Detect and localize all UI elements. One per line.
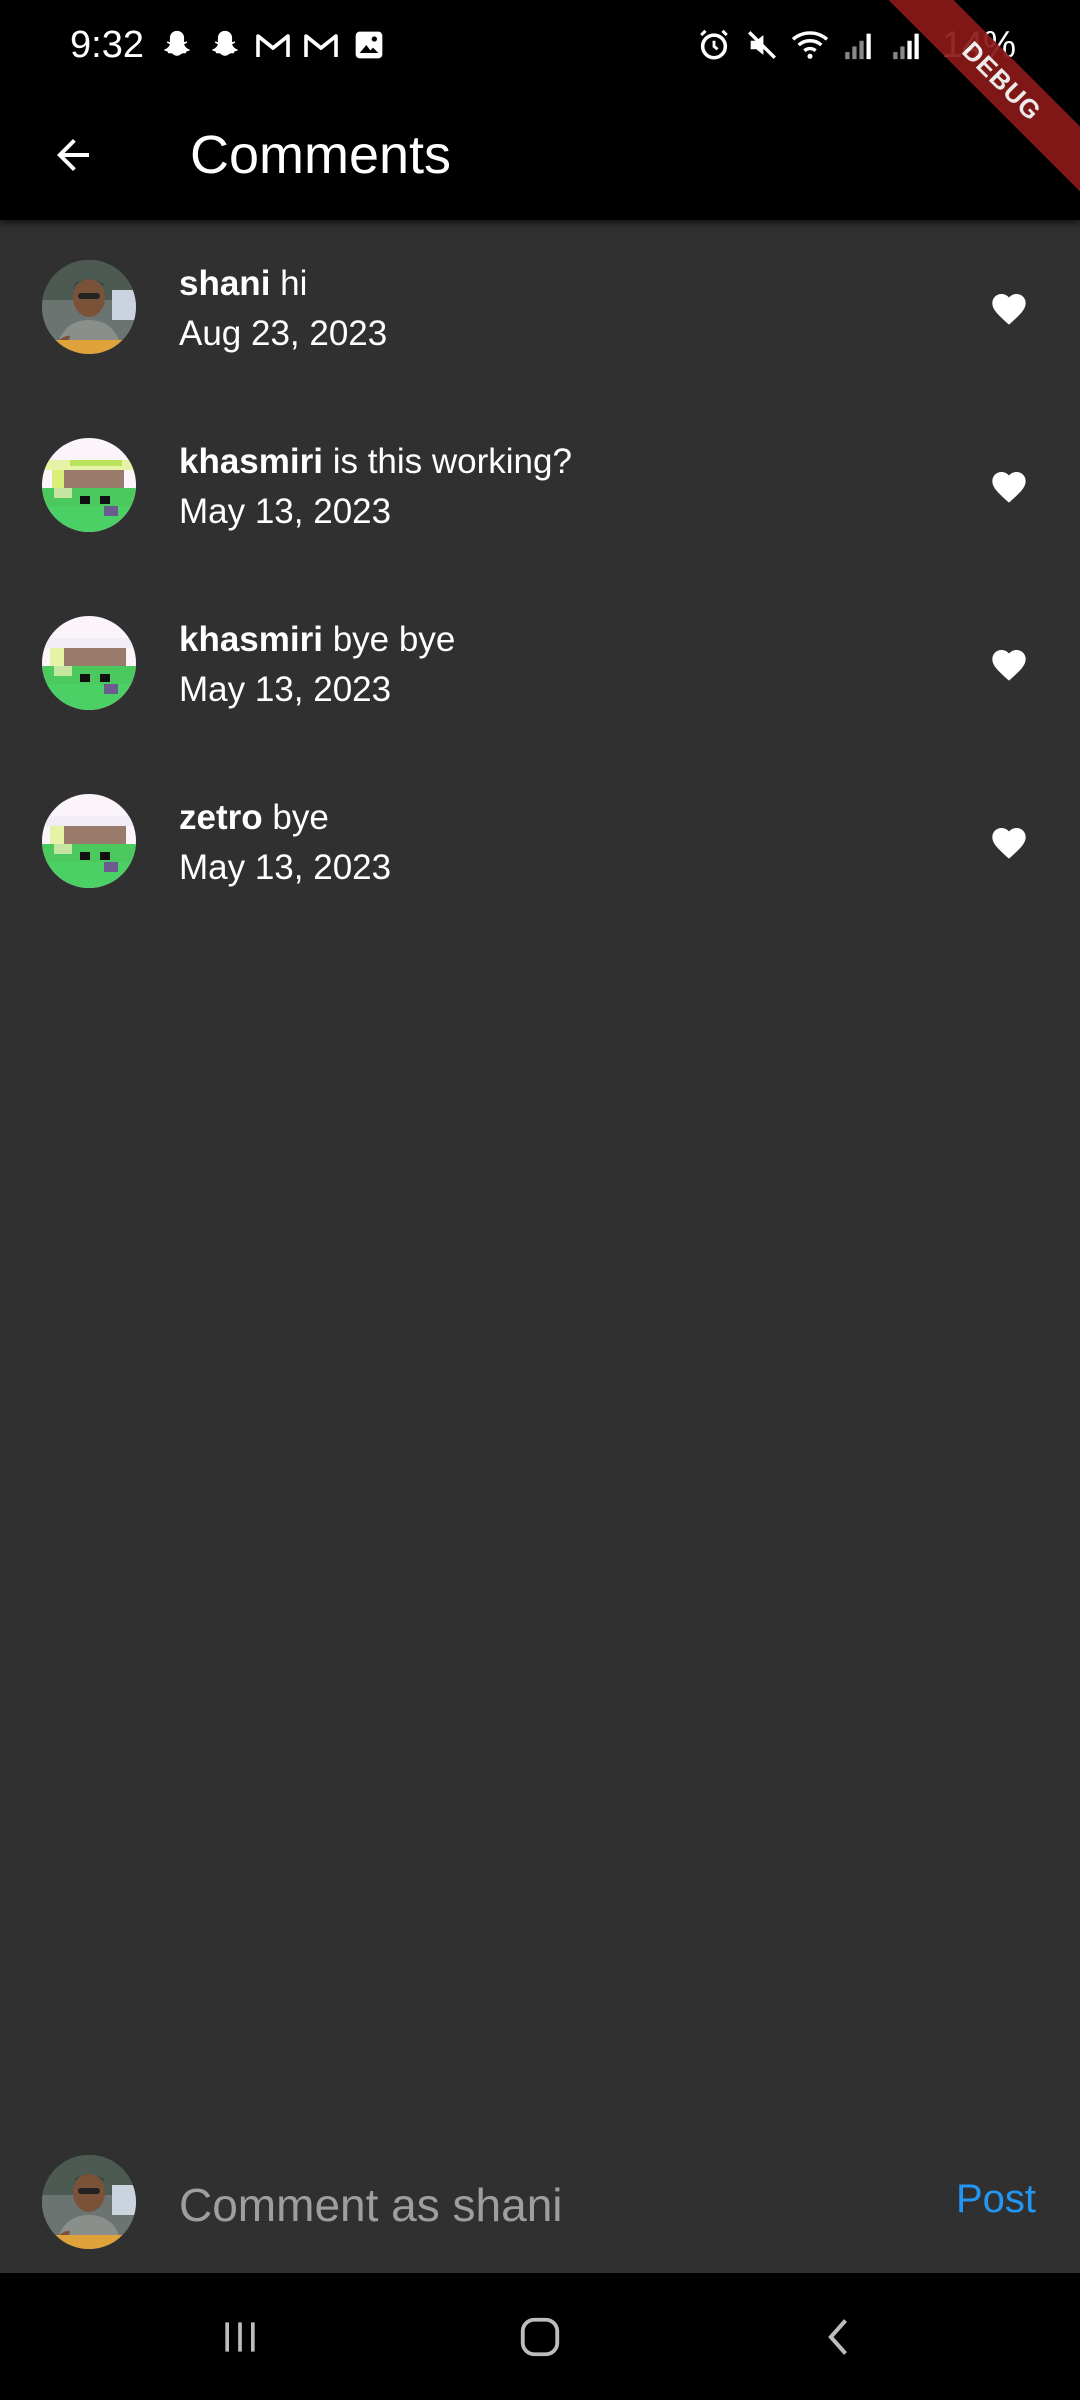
comment-input[interactable] <box>179 2165 899 2245</box>
comment-line: khasmiri is this working? <box>179 438 572 486</box>
comment-message: hi <box>270 264 308 303</box>
comment-composer: Post <box>0 2135 1080 2273</box>
snapchat-icon <box>158 26 196 64</box>
status-time: 9:32 <box>70 23 144 66</box>
comment-item: khasmiri bye bye May 13, 2023 <box>0 576 1080 754</box>
comment-line: khasmiri bye bye <box>179 616 455 664</box>
comments-screen: 9:32 DEBUG Comments shani hi Aug 23, 202… <box>0 0 1080 2400</box>
notification-icons <box>158 26 388 64</box>
current-user-avatar <box>42 2155 136 2249</box>
comment-item: khasmiri is this working? May 13, 2023 <box>0 398 1080 576</box>
heart-icon <box>992 472 1026 503</box>
comment-date: May 13, 2023 <box>179 492 392 531</box>
heart-icon <box>992 650 1026 681</box>
avatar[interactable] <box>42 260 136 354</box>
page-title: Comments <box>190 125 452 185</box>
like-button[interactable] <box>986 286 1032 332</box>
arrow-back-icon <box>57 139 89 171</box>
signal-icon <box>838 25 878 65</box>
mute-icon <box>742 25 782 65</box>
comment-line: zetro bye <box>179 794 391 842</box>
comment-body: zetro bye May 13, 2023 <box>179 794 391 892</box>
avatar[interactable] <box>42 616 136 710</box>
recent-apps-icon <box>225 2321 255 2352</box>
app-bar: Comments <box>0 90 1080 220</box>
home-icon <box>520 2317 560 2356</box>
back-button[interactable] <box>36 118 110 192</box>
recent-apps-button[interactable] <box>190 2287 290 2387</box>
post-button[interactable]: Post <box>956 2177 1036 2222</box>
comment-line: shani hi <box>179 260 387 308</box>
avatar[interactable] <box>42 794 136 888</box>
comment-body: khasmiri bye bye May 13, 2023 <box>179 616 455 714</box>
comment-item: shani hi Aug 23, 2023 <box>0 220 1080 398</box>
comment-username[interactable]: khasmiri <box>179 442 323 481</box>
alarm-icon <box>694 25 734 65</box>
like-button[interactable] <box>986 820 1032 866</box>
comment-item: zetro bye May 13, 2023 <box>0 754 1080 932</box>
like-button[interactable] <box>986 464 1032 510</box>
heart-icon <box>992 294 1026 325</box>
comment-username[interactable]: khasmiri <box>179 620 323 659</box>
snapchat-icon <box>206 26 244 64</box>
comment-username[interactable]: zetro <box>179 798 263 837</box>
comment-date: May 13, 2023 <box>179 670 392 709</box>
heart-icon <box>992 828 1026 859</box>
gallery-icon <box>350 26 388 64</box>
system-nav-bar <box>0 2273 1080 2400</box>
nav-back-button[interactable] <box>790 2287 890 2387</box>
comment-body: shani hi Aug 23, 2023 <box>179 260 387 358</box>
comment-body: khasmiri is this working? May 13, 2023 <box>179 438 572 536</box>
comment-message: bye <box>262 798 329 837</box>
gmail-icon <box>254 26 292 64</box>
avatar[interactable] <box>42 438 136 532</box>
comment-date: May 13, 2023 <box>179 848 392 887</box>
comment-message: bye bye <box>322 620 456 659</box>
wifi-icon <box>790 25 830 65</box>
back-icon <box>828 2318 848 2355</box>
home-button[interactable] <box>490 2287 590 2387</box>
gmail-icon <box>302 26 340 64</box>
comment-message: is this working? <box>322 442 572 481</box>
comment-date: Aug 23, 2023 <box>179 314 388 353</box>
comment-username[interactable]: shani <box>179 264 270 303</box>
like-button[interactable] <box>986 642 1032 688</box>
